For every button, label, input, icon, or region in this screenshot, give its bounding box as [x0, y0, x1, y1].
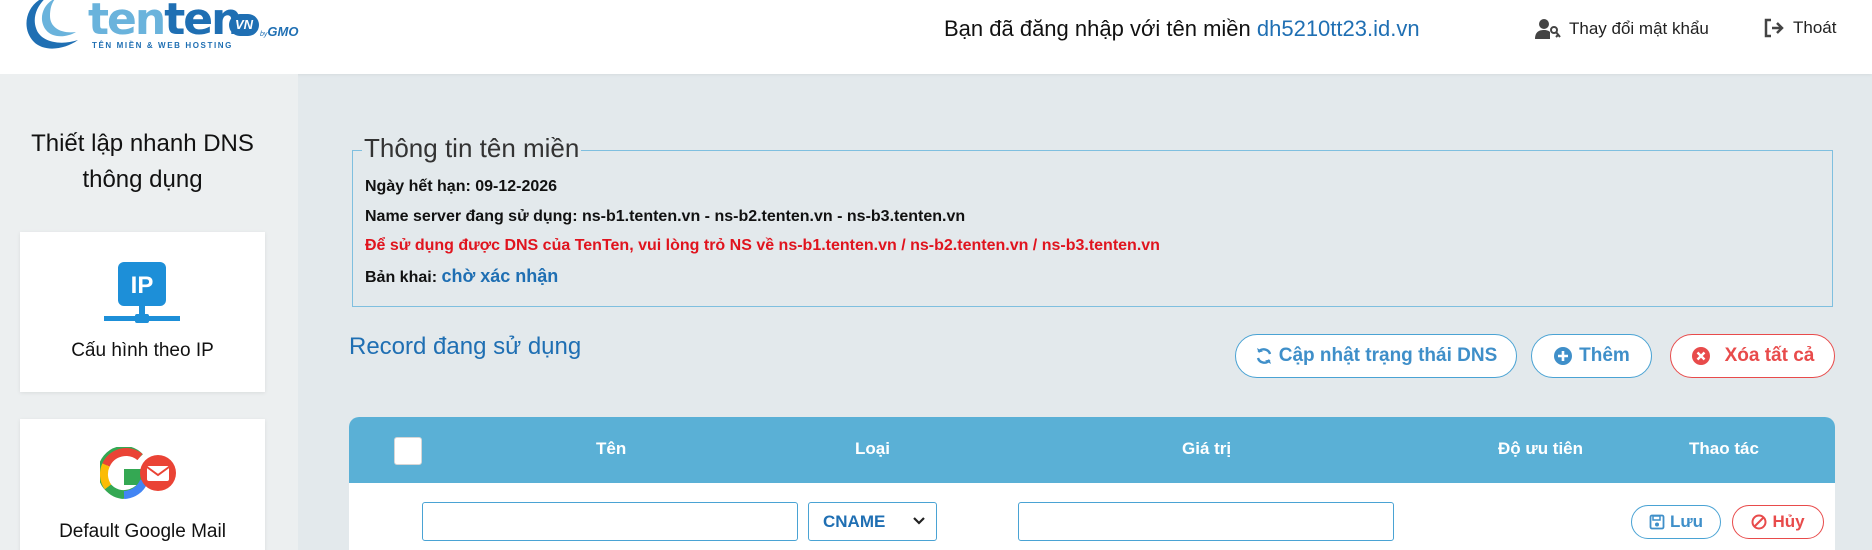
column-header-value: Giá trị — [1182, 439, 1232, 458]
logout-link[interactable]: Thoát — [1763, 18, 1836, 38]
ban-icon — [1751, 514, 1767, 530]
google-mail-icon — [100, 447, 176, 499]
nameservers-in-use: Name server đang sử dụng: ns-b1.tenten.v… — [365, 208, 966, 225]
sidebar: Thiết lập nhanh DNS thông dụng IP Cấu hì… — [0, 74, 298, 550]
quick-setup-google-mail-card[interactable]: Default Google Mail — [20, 419, 265, 550]
refresh-icon — [1256, 348, 1271, 364]
login-domain: dh5210tt23.id.vn — [1256, 16, 1420, 41]
table-header: Tên Loại Giá trị Độ ưu tiên Thao tác — [349, 417, 1835, 483]
svg-text:IP: IP — [131, 272, 154, 299]
add-record-button[interactable]: Thêm — [1531, 334, 1652, 378]
delete-all-button[interactable]: Xóa tất cả — [1670, 334, 1835, 378]
record-type-selected: CNAME — [823, 511, 886, 531]
record-type-select[interactable]: CNAME — [808, 502, 937, 541]
domain-info-legend: Thông tin tên miền — [362, 133, 582, 164]
column-header-type: Loại — [855, 439, 890, 458]
ip-network-icon: IP — [104, 262, 180, 323]
record-value-input[interactable] — [1018, 502, 1394, 541]
logo-gmo: byGMO — [260, 24, 299, 39]
column-header-name: Tên — [596, 439, 627, 458]
floppy-disk-icon — [1649, 514, 1665, 530]
deploy-status: Bản khai: chờ xác nhận — [365, 266, 559, 286]
column-header-priority: Độ ưu tiên — [1498, 439, 1584, 458]
quick-setup-ip-card[interactable]: IP Cấu hình theo IP — [20, 232, 265, 392]
domain-info-panel: Thông tin tên miền Ngày hết hạn: 09-12-2… — [352, 133, 1833, 307]
logo-wordmark: tenten — [88, 0, 242, 45]
record-name-input[interactable] — [422, 502, 798, 541]
sign-out-icon — [1764, 18, 1784, 38]
logo-vn-badge: VN — [229, 14, 259, 36]
cancel-record-button[interactable]: Hủy — [1732, 505, 1824, 539]
records-table: Tên Loại Giá trị Độ ưu tiên Thao tác CNA… — [349, 417, 1835, 550]
update-dns-status-button[interactable]: Cập nhật trạng thái DNS — [1235, 334, 1517, 378]
plus-circle-icon — [1554, 347, 1573, 365]
user-key-icon — [1535, 19, 1561, 39]
times-circle-icon — [1691, 347, 1710, 365]
column-header-actions: Thao tác — [1689, 439, 1759, 458]
logo-tagline: TÊN MIỀN & WEB HOSTING — [92, 41, 233, 50]
chevron-down-icon — [913, 517, 925, 525]
select-all-checkbox[interactable] — [394, 437, 422, 465]
logo-swoosh-icon — [26, 0, 78, 49]
sidebar-title: Thiết lập nhanh DNS thông dụng — [31, 130, 254, 193]
card-label-ip: Cấu hình theo IP — [71, 340, 214, 361]
login-info: Bạn đã đăng nhập với tên miền dh5210tt23… — [944, 16, 1420, 41]
save-record-button[interactable]: Lưu — [1631, 505, 1721, 539]
top-header: tenten VN byGMO TÊN MIỀN & WEB HOSTING B… — [0, 0, 1872, 74]
ns-warning: Để sử dụng được DNS của TenTen, vui lòng… — [365, 237, 1160, 254]
records-title: Record đang sử dụng — [349, 333, 582, 360]
card-label-google-mail: Default Google Mail — [59, 521, 226, 542]
tenten-logo[interactable]: tenten VN byGMO TÊN MIỀN & WEB HOSTING — [20, 0, 320, 58]
expiry-date: Ngày hết hạn: 09-12-2026 — [365, 178, 558, 195]
change-password-link[interactable]: Thay đổi mật khẩu — [1535, 18, 1709, 40]
